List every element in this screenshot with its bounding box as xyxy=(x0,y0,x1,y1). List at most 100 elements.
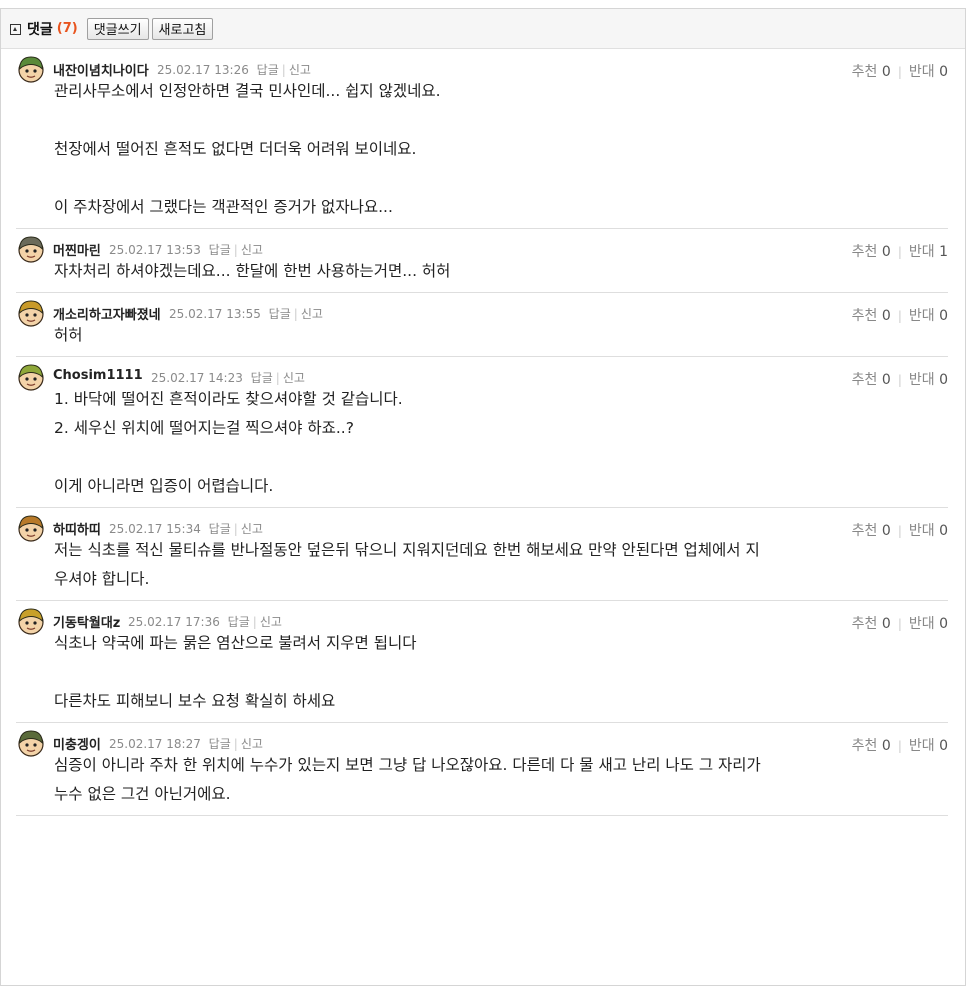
comment-nickname[interactable]: 머찐마린 xyxy=(53,240,101,259)
collapse-toggle-icon[interactable] xyxy=(10,23,21,35)
oppose-button[interactable]: 반대 xyxy=(909,738,935,754)
recommend-button[interactable]: 추천 xyxy=(852,244,878,260)
comment-nickname[interactable]: 미충겡이 xyxy=(53,734,101,753)
comment-item: 내잔이념치나이다 25.02.17 13:26 답글 | 신고 추천 0 | 반대 0 … xyxy=(16,49,948,229)
write-comment-button[interactable]: 댓글쓰기 xyxy=(86,17,149,40)
report-link[interactable]: 신고 xyxy=(241,522,263,536)
oppose-count: 1 xyxy=(939,244,948,260)
oppose-count: 0 xyxy=(939,64,948,80)
report-link[interactable]: 신고 xyxy=(301,307,323,321)
comment-header-row: 내잔이념치나이다 25.02.17 13:26 답글 | 신고 추천 0 | 반대 0 xyxy=(16,49,948,83)
comment-date: 25.02.17 15:34 xyxy=(109,522,201,536)
oppose-count: 0 xyxy=(939,616,948,632)
comment-item: 기동탁월대z 25.02.17 17:36 답글 | 신고 추천 0 | 반대 0 식초… xyxy=(16,601,948,723)
comment-header-row: 개소리하고자빠졌네 25.02.17 13:55 답글 | 신고 추천 0 | 반대 0 xyxy=(16,293,948,327)
comment-nickname[interactable]: Chosim1111 xyxy=(53,368,143,383)
comment-header-row: 미충겡이 25.02.17 18:27 답글 | 신고 추천 0 | 반대 0 xyxy=(16,723,948,757)
comment-header: 댓글 (7) 댓글쓰기 새로고침 xyxy=(1,9,965,49)
meta-divider: | xyxy=(233,243,238,257)
comment-nickname[interactable]: 하띠하띠 xyxy=(53,519,101,538)
reply-link[interactable]: 답글 xyxy=(209,243,231,257)
meta-divider: | xyxy=(233,522,238,536)
vote-divider: | xyxy=(897,739,902,753)
comment-item: 미충겡이 25.02.17 18:27 답글 | 신고 추천 0 | 반대 0 심증이 … xyxy=(16,723,948,816)
vote-area: 추천 0 | 반대 1 xyxy=(852,241,948,261)
recommend-count: 0 xyxy=(881,244,891,260)
comment-meta: 25.02.17 13:53 답글 | 신고 xyxy=(109,241,263,258)
reply-link[interactable]: 답글 xyxy=(209,737,231,751)
recommend-count: 0 xyxy=(881,372,891,388)
avatar-icon xyxy=(18,608,44,635)
comment-meta: 25.02.17 13:26 답글 | 신고 xyxy=(157,61,311,78)
comment-item: 하띠하띠 25.02.17 15:34 답글 | 신고 추천 0 | 반대 0 저는 식… xyxy=(16,508,948,601)
vote-divider: | xyxy=(897,65,902,79)
vote-divider: | xyxy=(897,373,902,387)
report-link[interactable]: 신고 xyxy=(289,63,311,77)
oppose-button[interactable]: 반대 xyxy=(909,616,935,632)
comment-item: 머찐마린 25.02.17 13:53 답글 | 신고 추천 0 | 반대 1 자차처리… xyxy=(16,229,948,293)
avatar-icon xyxy=(18,364,44,391)
reply-link[interactable]: 답글 xyxy=(269,307,291,321)
oppose-button[interactable]: 반대 xyxy=(909,523,935,539)
oppose-button[interactable]: 반대 xyxy=(909,244,935,260)
comment-meta: 25.02.17 14:23 답글 | 신고 xyxy=(151,369,305,386)
comment-nickname[interactable]: 개소리하고자빠졌네 xyxy=(53,304,161,323)
recommend-button[interactable]: 추천 xyxy=(852,64,878,80)
comment-meta: 25.02.17 15:34 답글 | 신고 xyxy=(109,520,263,537)
comment-header-row: 기동탁월대z 25.02.17 17:36 답글 | 신고 추천 0 | 반대 0 xyxy=(16,601,948,635)
comment-section: 댓글 (7) 댓글쓰기 새로고침 내잔이념치나이다 25.02.17 13:26… xyxy=(0,8,966,986)
oppose-count: 0 xyxy=(939,523,948,539)
oppose-count: 0 xyxy=(939,738,948,754)
comment-header-row: 머찐마린 25.02.17 13:53 답글 | 신고 추천 0 | 반대 1 xyxy=(16,229,948,263)
comment-body: 식초나 약국에 파는 묽은 염산으로 불려서 지우면 됩니다 다른차도 피해보니… xyxy=(54,634,417,710)
comment-nickname[interactable]: 내잔이념치나이다 xyxy=(53,60,149,79)
comment-nickname[interactable]: 기동탁월대z xyxy=(53,612,120,631)
vote-area: 추천 0 | 반대 0 xyxy=(852,520,948,540)
oppose-count: 0 xyxy=(939,372,948,388)
vote-divider: | xyxy=(897,309,902,323)
vote-divider: | xyxy=(897,617,902,631)
oppose-count: 0 xyxy=(939,308,948,324)
oppose-button[interactable]: 반대 xyxy=(909,372,935,388)
vote-area: 추천 0 | 반대 0 xyxy=(852,369,948,389)
recommend-button[interactable]: 추천 xyxy=(852,616,878,632)
reply-link[interactable]: 답글 xyxy=(257,63,279,77)
comment-title: 댓글 xyxy=(27,21,53,38)
vote-area: 추천 0 | 반대 0 xyxy=(852,613,948,633)
comment-header-row: Chosim1111 25.02.17 14:23 답글 | 신고 추천 0 | 반대 … xyxy=(16,357,948,391)
recommend-count: 0 xyxy=(881,64,891,80)
oppose-button[interactable]: 반대 xyxy=(909,308,935,324)
comment-item: Chosim1111 25.02.17 14:23 답글 | 신고 추천 0 | 반대 … xyxy=(16,357,948,508)
report-link[interactable]: 신고 xyxy=(283,371,305,385)
recommend-button[interactable]: 추천 xyxy=(852,308,878,324)
comment-header-row: 하띠하띠 25.02.17 15:34 답글 | 신고 추천 0 | 반대 0 xyxy=(16,508,948,542)
recommend-button[interactable]: 추천 xyxy=(852,523,878,539)
comment-body: 1. 바닥에 떨어진 흔적이라도 찾으셔야할 것 같습니다. 2. 세우신 위치… xyxy=(54,390,403,495)
reply-link[interactable]: 답글 xyxy=(209,522,231,536)
recommend-count: 0 xyxy=(881,616,891,632)
reply-link[interactable]: 답글 xyxy=(228,615,250,629)
report-link[interactable]: 신고 xyxy=(241,737,263,751)
comment-item: 개소리하고자빠졌네 25.02.17 13:55 답글 | 신고 추천 0 | 반대 0… xyxy=(16,293,948,357)
meta-divider: | xyxy=(293,307,298,321)
avatar-icon xyxy=(18,56,44,83)
refresh-button[interactable]: 새로고침 xyxy=(151,17,214,40)
comment-date: 25.02.17 13:26 xyxy=(157,63,249,77)
comment-meta: 25.02.17 18:27 답글 | 신고 xyxy=(109,735,263,752)
oppose-button[interactable]: 반대 xyxy=(909,64,935,80)
report-link[interactable]: 신고 xyxy=(260,615,282,629)
recommend-button[interactable]: 추천 xyxy=(852,372,878,388)
reply-link[interactable]: 답글 xyxy=(251,371,273,385)
vote-divider: | xyxy=(897,524,902,538)
vote-area: 추천 0 | 반대 0 xyxy=(852,61,948,81)
comment-date: 25.02.17 17:36 xyxy=(128,615,220,629)
report-link[interactable]: 신고 xyxy=(241,243,263,257)
meta-divider: | xyxy=(252,615,257,629)
comment-date: 25.02.17 14:23 xyxy=(151,371,243,385)
avatar-icon xyxy=(18,300,44,327)
meta-divider: | xyxy=(275,371,280,385)
recommend-count: 0 xyxy=(881,308,891,324)
vote-area: 추천 0 | 반대 0 xyxy=(852,735,948,755)
comment-body: 심증이 아니라 주차 한 위치에 누수가 있는지 보면 그냥 답 나오잖아요. … xyxy=(54,756,761,803)
recommend-button[interactable]: 추천 xyxy=(852,738,878,754)
